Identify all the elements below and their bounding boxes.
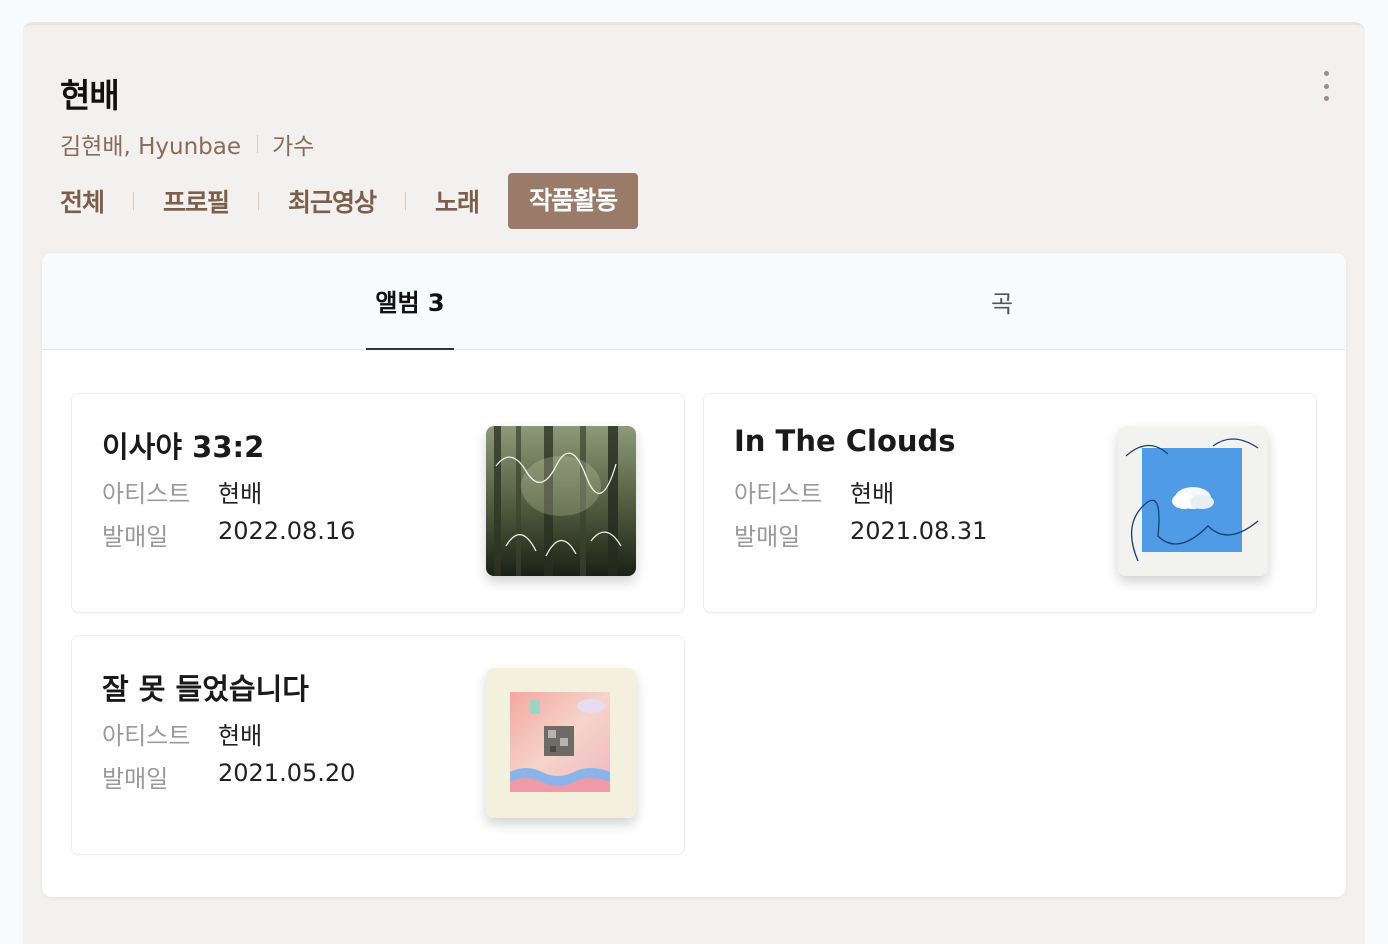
field-label: 아티스트 [102, 722, 191, 750]
divider [405, 192, 407, 210]
artist-meta: 김현배, Hyunbae 가수 [60, 127, 314, 161]
divider [258, 192, 260, 210]
artist-role: 가수 [272, 134, 315, 160]
more-options-icon[interactable] [1316, 71, 1336, 101]
tab-recent-videos[interactable]: 최근영상 [288, 183, 377, 219]
album-artist-row: 아티스트 현배 [102, 716, 262, 751]
artist-aliases: 김현배, Hyunbae [60, 134, 242, 160]
album-artist-row: 아티스트 현배 [102, 474, 262, 509]
works-subtabs: 앨범 3 곡 [42, 253, 1346, 350]
subtab-albums[interactable]: 앨범 3 [366, 253, 454, 350]
field-label: 아티스트 [734, 480, 823, 508]
field-label: 아티스트 [102, 480, 191, 508]
subtab-songs[interactable]: 곡 [962, 253, 1042, 350]
album-card[interactable]: In The Clouds 아티스트 현배 발매일 2021.08.31 [703, 393, 1317, 613]
album-release-date: 2021.08.31 [850, 517, 988, 545]
field-label: 발매일 [102, 765, 169, 793]
album-title: 이사야 33:2 [102, 430, 265, 464]
album-title: 잘 못 들었습니다 [102, 672, 309, 706]
forest-cover-icon [486, 426, 636, 576]
album-release-date: 2021.05.20 [218, 759, 356, 787]
tab-works[interactable]: 작품활동 [508, 173, 639, 229]
album-release-row: 발매일 2021.08.31 [734, 517, 987, 552]
tab-all[interactable]: 전체 [60, 183, 105, 219]
divider [257, 135, 259, 153]
field-label: 발매일 [734, 523, 801, 551]
tab-profile[interactable]: 프로필 [163, 183, 230, 219]
album-card[interactable]: 잘 못 들었습니다 아티스트 현배 발매일 2021.05.20 [71, 635, 685, 855]
album-release-date: 2022.08.16 [218, 517, 356, 545]
cloud-cover-icon [1118, 426, 1268, 576]
album-card[interactable]: 이사야 33:2 아티스트 현배 발매일 2022.08.16 [71, 393, 685, 613]
album-title: In The Clouds [734, 424, 956, 458]
works-card: 앨범 3 곡 이사야 33:2 아티스트 현배 발매일 2022.08.16 I… [42, 253, 1346, 897]
album-release-row: 발매일 2022.08.16 [102, 517, 355, 552]
album-artist: 현배 [218, 480, 263, 508]
artist-name: 현배 [60, 76, 120, 115]
field-label: 발매일 [102, 523, 169, 551]
album-artist-row: 아티스트 현배 [734, 474, 894, 509]
artist-panel: 현배 김현배, Hyunbae 가수 전체 프로필 최근영상 노래 작품활동 앨… [23, 22, 1365, 944]
pastel-cover-icon [486, 668, 636, 818]
album-release-row: 발매일 2021.05.20 [102, 759, 355, 794]
artist-tabs: 전체 프로필 최근영상 노래 작품활동 [60, 173, 639, 229]
album-artist: 현배 [218, 722, 263, 750]
album-artist: 현배 [850, 480, 895, 508]
tab-songs[interactable]: 노래 [435, 183, 480, 219]
divider [133, 192, 135, 210]
